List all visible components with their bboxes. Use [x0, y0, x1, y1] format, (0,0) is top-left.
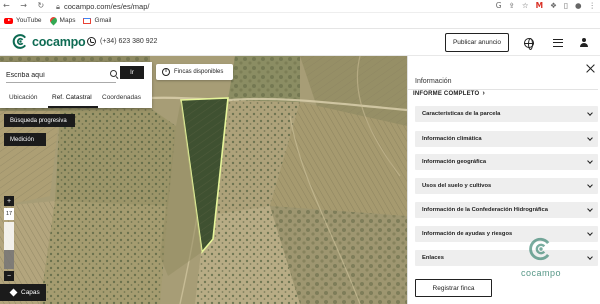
info-panel: Información INFORME COMPLETO › Caracterí…: [407, 56, 600, 304]
cocampo-logo-icon: [12, 34, 26, 49]
bookmark-gmail[interactable]: Gmail: [83, 17, 111, 24]
browser-actions: G ⇪ ☆ M ❖ ▯ ● ⋮: [496, 1, 596, 10]
watermark-text: cocampo: [520, 268, 562, 278]
layers-button[interactable]: Capas: [0, 284, 46, 301]
panel-title: Información: [415, 78, 452, 85]
zoom-in-button[interactable]: +: [4, 196, 14, 206]
section-caracteristicas[interactable]: Características de la parcela: [415, 106, 598, 122]
browser-nav-buttons[interactable]: ← → ↻: [3, 1, 48, 10]
chevron-down-icon: [587, 110, 593, 116]
section-enlaces[interactable]: Enlaces: [415, 250, 598, 266]
busqueda-progresiva-button[interactable]: Búsqueda progresiva: [4, 114, 75, 127]
go-button[interactable]: Ir: [120, 66, 144, 79]
url-text[interactable]: cocampo.com/es/es/map/: [64, 2, 149, 11]
extensions-icon[interactable]: ❖: [550, 1, 557, 10]
bookmark-youtube[interactable]: YouTube: [4, 17, 42, 24]
chevron-down-icon: [587, 206, 593, 212]
youtube-icon: [4, 17, 13, 24]
tab-ubicacion[interactable]: Ubicación: [5, 88, 45, 108]
section-confederacion[interactable]: Información de la Confederación Hidrográ…: [415, 202, 598, 218]
site-logo[interactable]: cocampo: [12, 33, 86, 50]
bookmark-star-icon[interactable]: ☆: [522, 1, 529, 10]
registrar-finca-button[interactable]: Registrar finca: [415, 279, 492, 297]
profile-icon[interactable]: ●: [575, 1, 582, 10]
share-icon[interactable]: ⇪: [509, 1, 515, 10]
section-ayudas[interactable]: Información de ayudas y riesgos: [415, 226, 598, 242]
fincas-disponibles-chip[interactable]: i Fincas disponibles: [156, 64, 233, 80]
logo-text: cocampo: [32, 34, 86, 49]
zoom-out-button[interactable]: −: [4, 271, 14, 281]
close-icon[interactable]: [586, 64, 595, 73]
section-label: Enlaces: [422, 255, 444, 261]
section-label: Características de la parcela: [422, 111, 501, 117]
fincas-label: Fincas disponibles: [174, 69, 224, 75]
section-climatica[interactable]: Información climática: [415, 131, 598, 147]
search-tabs: Ubicación Ref. Catastral Coordenadas: [0, 88, 152, 108]
chevron-down-icon: [587, 135, 593, 141]
phone-contact[interactable]: (+34) 623 380 922: [87, 37, 157, 46]
medicion-button[interactable]: Medición: [4, 133, 46, 146]
informe-label: INFORME COMPLETO: [413, 90, 480, 97]
chevron-right-icon: ›: [482, 90, 485, 97]
publish-ad-button[interactable]: Publicar anuncio: [445, 33, 509, 52]
bookmark-label: Gmail: [94, 17, 112, 24]
search-panel: Ir Ubicación Ref. Catastral Coordenadas: [0, 62, 152, 108]
search-icon[interactable]: [110, 70, 117, 77]
section-label: Información geográfica: [422, 159, 487, 165]
section-usos-suelo[interactable]: Usos del suelo y cultivos: [415, 178, 598, 194]
sidebar-icon[interactable]: ▯: [564, 1, 568, 10]
bookmark-label: YouTube: [16, 17, 42, 24]
search-input[interactable]: [6, 69, 116, 83]
hamburger-menu-icon[interactable]: [553, 39, 563, 47]
phone-icon: [87, 37, 96, 46]
globe-icon[interactable]: [524, 38, 534, 50]
extension-badge-icon[interactable]: M: [536, 1, 543, 10]
cocampo-watermark: cocampo: [516, 236, 566, 286]
maps-icon: [48, 15, 58, 26]
zoom-level: 17: [4, 208, 14, 220]
phone-number: (+34) 623 380 922: [100, 38, 158, 45]
browser-toolbar: ← → ↻ 🔒︎ cocampo.com/es/es/map/ G ⇪ ☆ M ❖…: [0, 0, 600, 13]
google-lens-icon[interactable]: G: [496, 1, 502, 10]
user-icon[interactable]: [579, 38, 589, 48]
layers-icon: [9, 288, 18, 297]
bookmark-label: Maps: [59, 17, 76, 24]
section-label: Información climática: [422, 136, 482, 142]
tab-ref-catastral[interactable]: Ref. Catastral: [48, 88, 98, 108]
layers-label: Capas: [21, 289, 40, 296]
chevron-down-icon: [587, 254, 593, 260]
section-label: Usos del suelo y cultivos: [422, 183, 492, 189]
site-header: cocampo (+34) 623 380 922 Publicar anunc…: [0, 29, 600, 56]
lock-icon: 🔒︎: [56, 2, 60, 11]
browser-menu-icon[interactable]: ⋮: [589, 1, 597, 10]
section-label: Información de ayudas y riesgos: [422, 231, 513, 237]
cocampo-watermark-icon: [529, 237, 550, 261]
informe-completo-link[interactable]: INFORME COMPLETO ›: [413, 90, 485, 97]
zoom-slider-fill: [4, 250, 14, 269]
gmail-icon: [83, 17, 92, 24]
section-label: Información de la Confederación Hidrográ…: [422, 207, 548, 213]
section-geografica[interactable]: Información geográfica: [415, 154, 598, 170]
bookmark-maps[interactable]: Maps: [48, 15, 76, 26]
chevron-down-icon: [587, 158, 593, 164]
tab-coordenadas[interactable]: Coordenadas: [98, 88, 150, 108]
zoom-control: + 17 −: [4, 196, 14, 281]
chevron-down-icon: [587, 182, 593, 188]
zoom-slider[interactable]: [4, 222, 14, 269]
chevron-down-icon: [587, 230, 593, 236]
bookmarks-bar: YouTube Maps Gmail: [0, 13, 600, 29]
address-bar[interactable]: 🔒︎ cocampo.com/es/es/map/: [56, 1, 504, 12]
info-icon: i: [162, 68, 170, 76]
